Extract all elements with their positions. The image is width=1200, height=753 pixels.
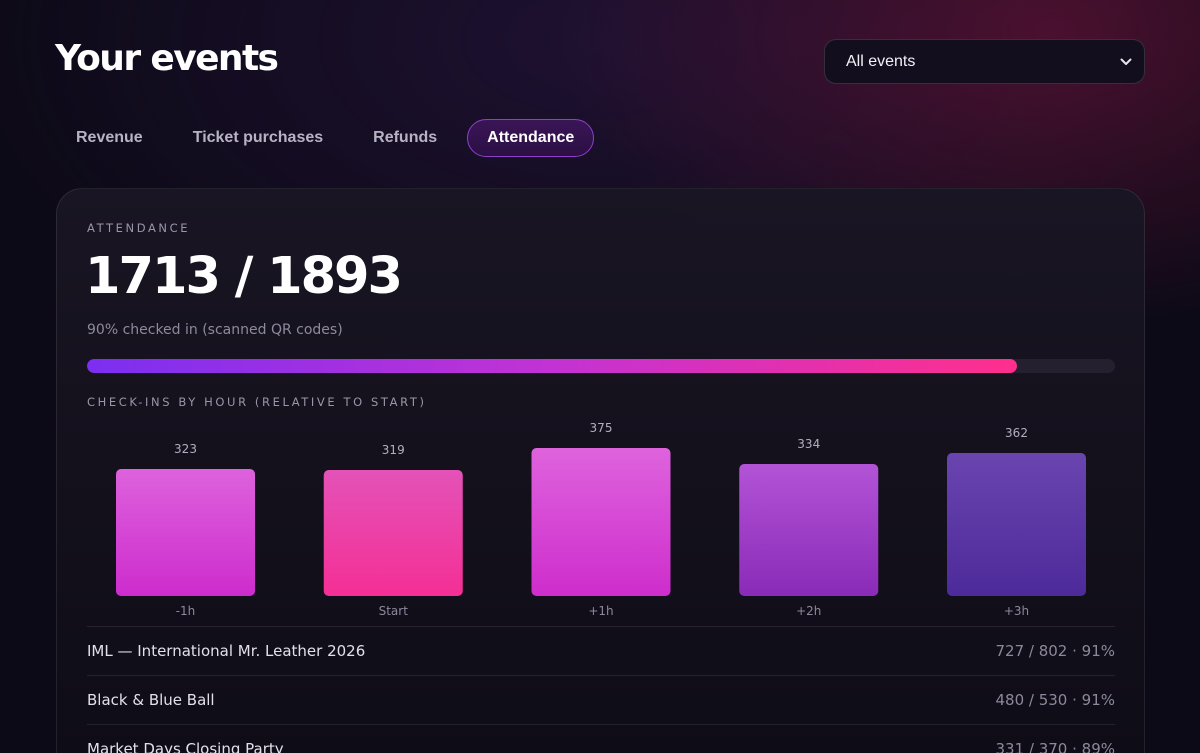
event-name: IML — International Mr. Leather 2026 [87,642,366,660]
bar-category-label: +2h [796,604,821,618]
bar-Start [323,470,463,596]
tab-ticket-purchases[interactable]: Ticket purchases [173,119,343,157]
event-filter-value: All events [846,52,916,70]
event-name: Market Days Closing Party [87,740,284,753]
bar-category-label: Start [379,604,409,618]
tab-refunds[interactable]: Refunds [353,119,457,157]
event-row[interactable]: Black & Blue Ball 480 / 530 · 91% [87,675,1115,724]
bar-value-label: 319 [382,443,405,457]
bar-value-label: 323 [174,442,197,456]
page-title: Your events [55,38,279,79]
bar-+3h [947,453,1086,596]
event-row[interactable]: IML — International Mr. Leather 2026 727… [87,626,1115,675]
bar-value-label: 334 [797,437,820,451]
attendance-card: ATTENDANCE 1713 / 1893 90% checked in (s… [56,188,1145,753]
event-filter-select[interactable]: All events [824,39,1145,84]
tab-revenue[interactable]: Revenue [56,119,163,157]
event-row[interactable]: Market Days Closing Party 331 / 370 · 89… [87,724,1115,753]
bar-value-label: 362 [1005,426,1028,440]
event-attendance-stat: 480 / 530 · 91% [995,691,1116,709]
event-name: Black & Blue Ball [87,691,215,709]
event-attendance-stat: 727 / 802 · 91% [995,642,1116,660]
event-attendance-stat: 331 / 370 · 89% [995,740,1116,753]
checkins-bar-chart: 323 -1h 319 Start 375 +1h 334 +2h 362 +3h [116,421,1086,618]
chevron-down-icon [1120,58,1132,66]
bar-category-label: +1h [588,604,613,618]
bar--1h [116,469,255,596]
bar-category-label: -1h [176,604,196,618]
bar-value-label: 375 [590,421,613,435]
bar-+1h [531,448,671,596]
report-tabs: Revenue Ticket purchases Refunds Attenda… [56,119,604,157]
event-list: IML — International Mr. Leather 2026 727… [87,626,1115,753]
bar-+2h [739,464,879,596]
bar-category-label: +3h [1004,604,1029,618]
tab-attendance[interactable]: Attendance [467,119,595,157]
